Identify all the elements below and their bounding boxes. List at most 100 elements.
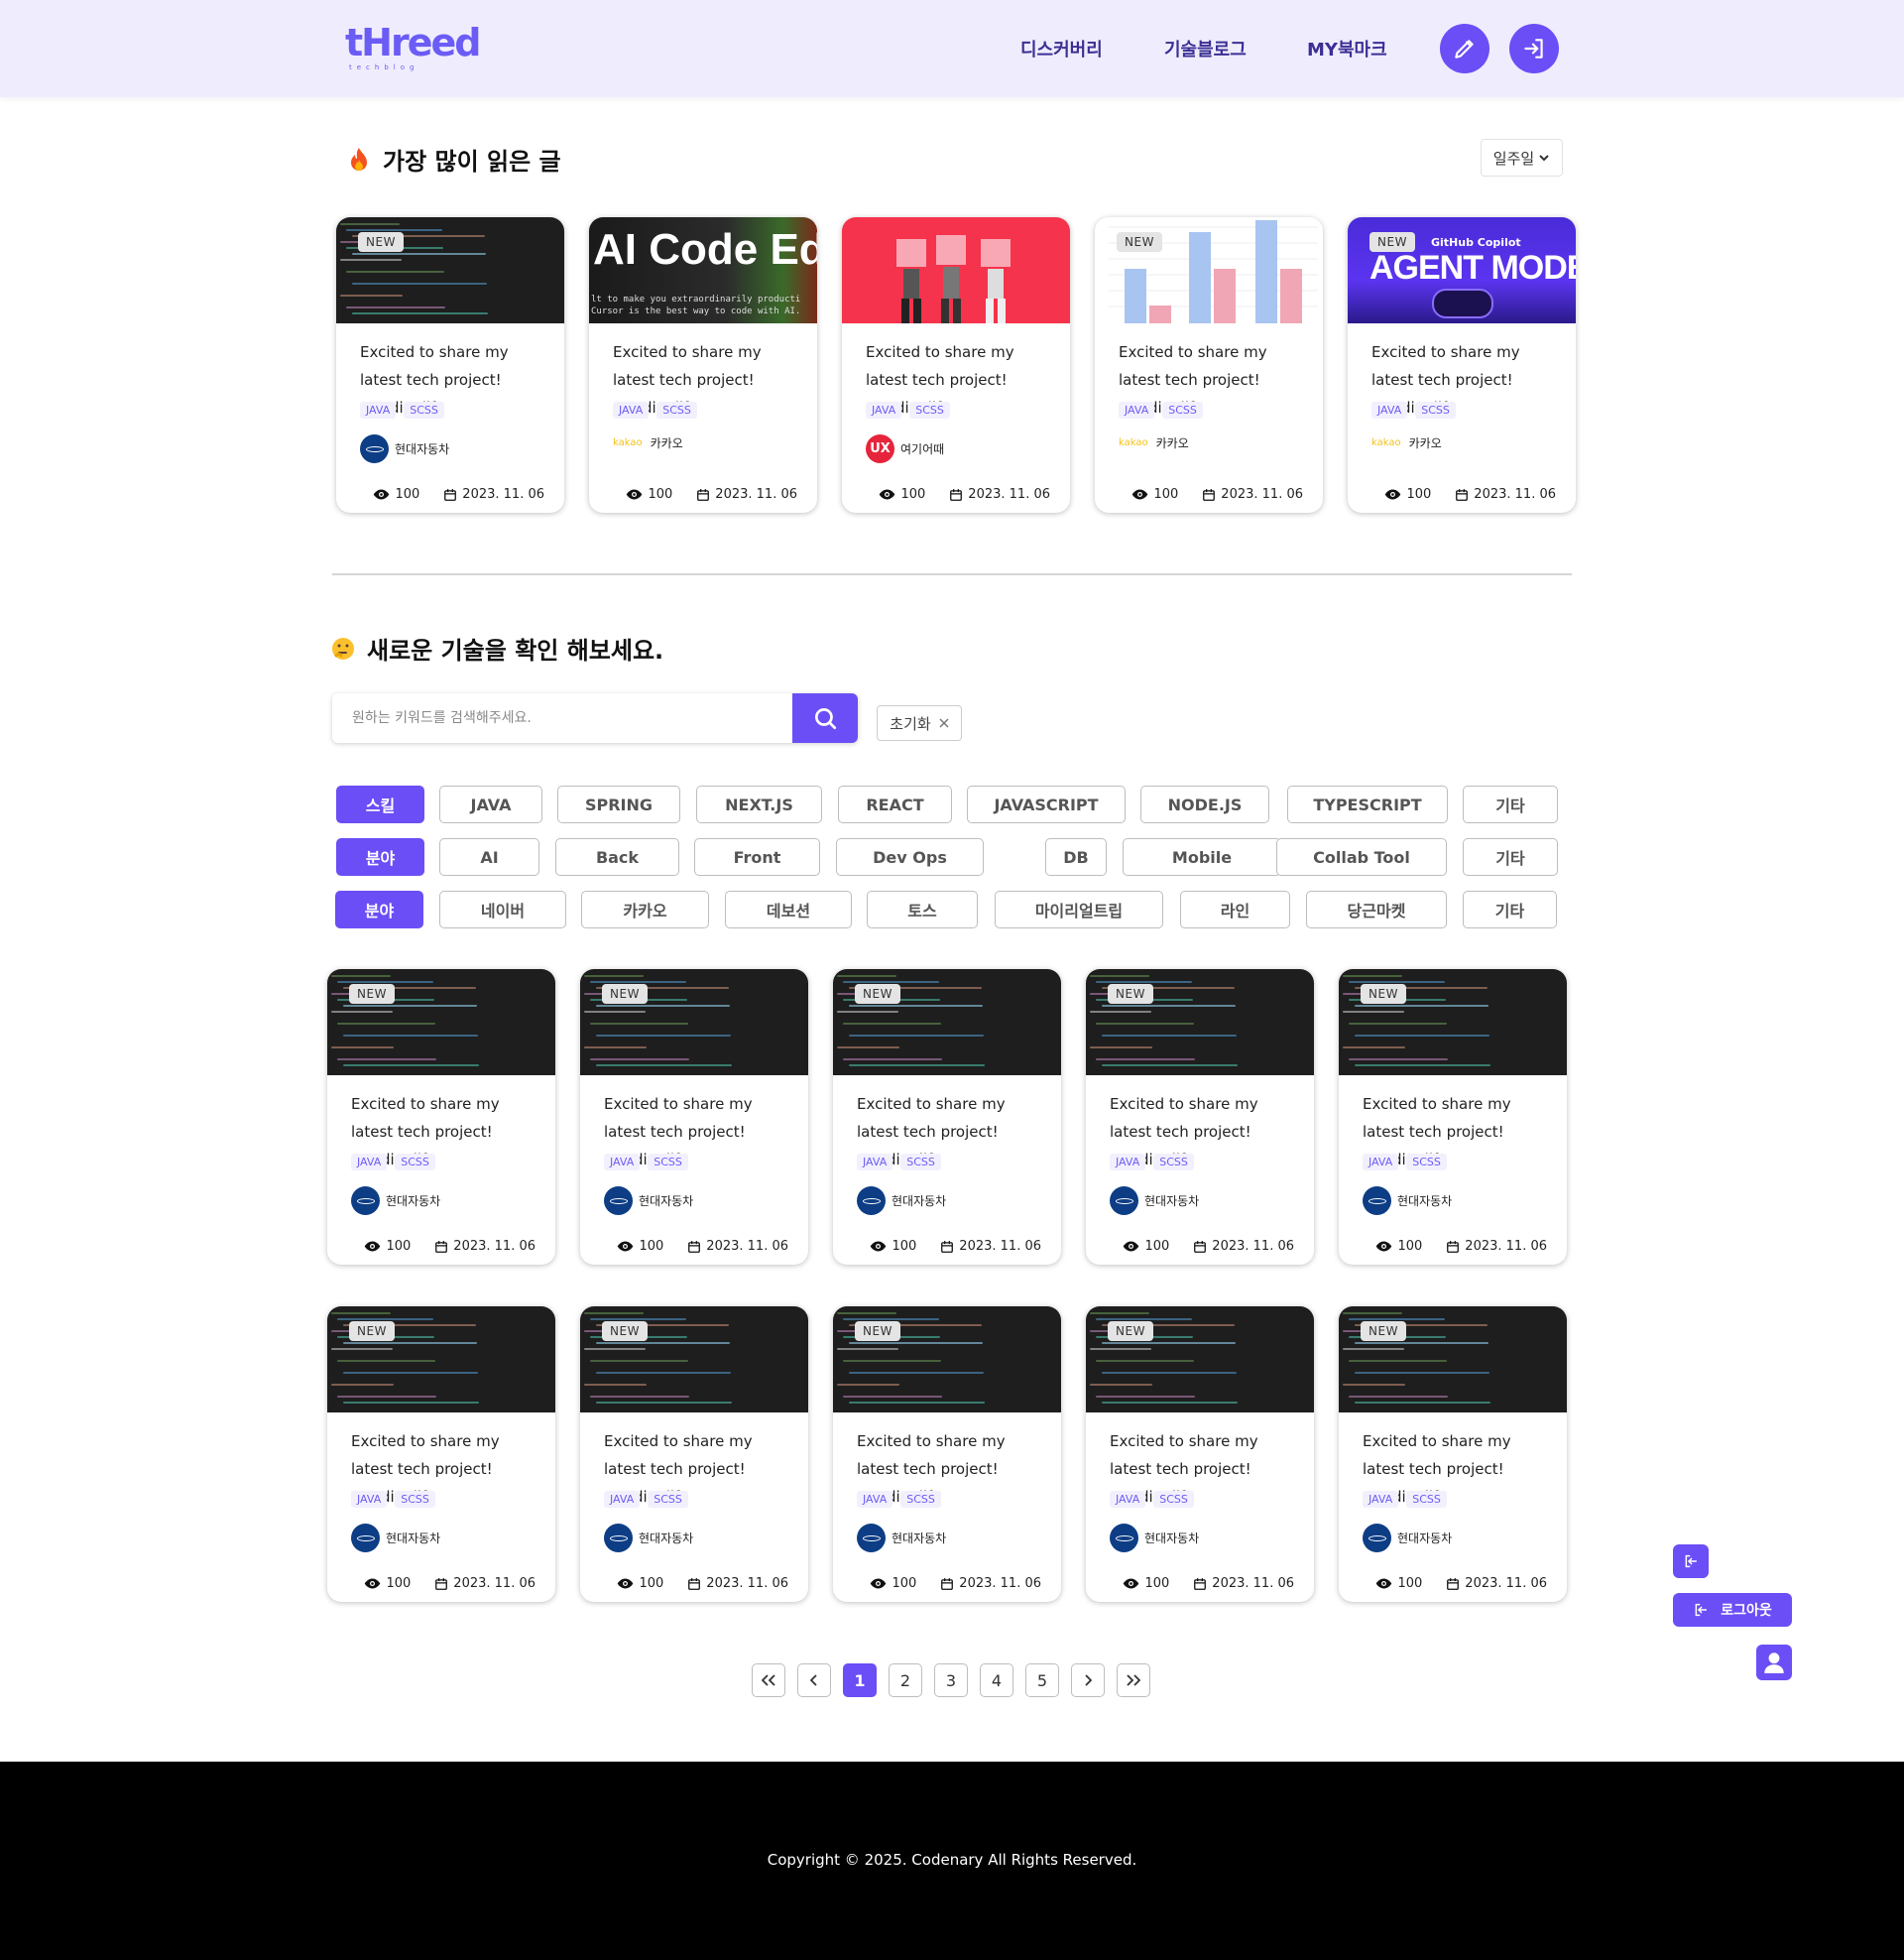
post-card[interactable]: NEW Excited to share my latest tech proje… — [1339, 1306, 1567, 1602]
filter-chip[interactable]: AI — [439, 838, 539, 876]
filter-chip[interactable]: 토스 — [867, 891, 978, 928]
tag[interactable]: JAVA — [866, 402, 902, 419]
company[interactable]: kakao 카카오 — [613, 434, 683, 451]
tag[interactable]: JAVA — [857, 1491, 893, 1508]
company[interactable]: 현대자동차 — [604, 1524, 693, 1552]
company[interactable]: 현대자동차 — [1363, 1524, 1452, 1552]
filter-chip[interactable]: JAVA — [439, 786, 542, 823]
tag[interactable]: JAVA — [613, 402, 650, 419]
filter-chip[interactable]: 기타 — [1463, 838, 1558, 876]
page-3-button[interactable]: 3 — [934, 1663, 968, 1697]
filter-chip[interactable]: REACT — [838, 786, 952, 823]
tag[interactable]: SCSS — [900, 1154, 941, 1170]
company[interactable]: 현대자동차 — [1363, 1186, 1452, 1215]
post-card[interactable]: NEW Excited to share my latest tech proje… — [833, 969, 1061, 1265]
post-card[interactable]: Excited to share my latest tech project!… — [842, 217, 1070, 513]
tag[interactable]: SCSS — [395, 1491, 435, 1508]
post-card[interactable]: NEW Excited to share my latest tech proje… — [327, 1306, 555, 1602]
write-button[interactable] — [1440, 24, 1489, 73]
filter-chip[interactable]: Front — [694, 838, 820, 876]
filter-chip[interactable]: SPRING — [557, 786, 680, 823]
tag[interactable]: JAVA — [1363, 1154, 1399, 1170]
filter-chip[interactable]: Mobile — [1123, 838, 1281, 876]
page-4-button[interactable]: 4 — [980, 1663, 1013, 1697]
post-card[interactable]: AI Code Ed lt to make you extraordinarily… — [589, 217, 817, 513]
tag[interactable]: SCSS — [1153, 1154, 1194, 1170]
tag[interactable]: SCSS — [648, 1154, 688, 1170]
filter-chip[interactable]: 기타 — [1463, 891, 1557, 928]
tag[interactable]: JAVA — [351, 1154, 388, 1170]
post-card[interactable]: NEW Excited to share my latest tech proje… — [580, 969, 808, 1265]
filter-chip[interactable]: 데보션 — [725, 891, 852, 928]
logo[interactable]: tHreed techblog — [345, 22, 481, 77]
post-card[interactable]: NEW Excited to share my latest tech proje… — [833, 1306, 1061, 1602]
post-card[interactable]: GitHub Copilot AGENT MODE NEW Excited to sh… — [1348, 217, 1576, 513]
post-card[interactable]: NEW Excited to share my latest tech proje… — [1339, 969, 1567, 1265]
tag[interactable]: SCSS — [648, 1491, 688, 1508]
tag[interactable]: SCSS — [1162, 402, 1203, 419]
company[interactable]: 현대자동차 — [857, 1524, 946, 1552]
tag[interactable]: SCSS — [656, 402, 697, 419]
filter-chip[interactable]: 당근마켓 — [1306, 891, 1447, 928]
filter-chip[interactable]: 라인 — [1180, 891, 1290, 928]
post-card[interactable]: NEW Excited to share my latest tech proje… — [580, 1306, 808, 1602]
tag[interactable]: SCSS — [404, 402, 444, 419]
first-page-button[interactable] — [752, 1663, 785, 1697]
nav-my-bookmark[interactable]: MY북마크 — [1307, 36, 1387, 61]
company[interactable]: kakao 카카오 — [1371, 434, 1442, 451]
post-card[interactable]: NEW Excited to share my latest tech proje… — [1086, 969, 1314, 1265]
tag[interactable]: JAVA — [1363, 1491, 1399, 1508]
company[interactable]: 현대자동차 — [857, 1186, 946, 1215]
post-card[interactable]: NEW Excited to share my latest tech proje… — [1086, 1306, 1314, 1602]
company[interactable]: 현대자동차 — [604, 1186, 693, 1215]
tag[interactable]: JAVA — [1371, 402, 1408, 419]
page-2-button[interactable]: 2 — [889, 1663, 922, 1697]
filter-chip[interactable]: TYPESCRIPT — [1287, 786, 1448, 823]
filter-chip[interactable]: 마이리얼트립 — [995, 891, 1163, 928]
company[interactable]: kakao 카카오 — [1119, 434, 1189, 451]
floating-logout-icon-button[interactable] — [1673, 1544, 1709, 1578]
nav-discovery[interactable]: 디스커버리 — [1020, 36, 1103, 61]
filter-chip[interactable]: 카카오 — [581, 891, 709, 928]
tag[interactable]: SCSS — [909, 402, 950, 419]
company[interactable]: 현대자동차 — [351, 1524, 440, 1552]
tag[interactable]: JAVA — [857, 1154, 893, 1170]
filter-chip[interactable]: DB — [1045, 838, 1107, 876]
post-card[interactable]: NEW Excited to share my latest tech proje… — [327, 969, 555, 1265]
tag[interactable]: JAVA — [1119, 402, 1155, 419]
filter-chip[interactable]: Back — [555, 838, 679, 876]
filter-chip[interactable]: NODE.JS — [1140, 786, 1269, 823]
page-1-button[interactable]: 1 — [843, 1663, 877, 1697]
tag[interactable]: SCSS — [1153, 1491, 1194, 1508]
tag[interactable]: JAVA — [1110, 1491, 1146, 1508]
filter-chip[interactable]: JAVASCRIPT — [967, 786, 1126, 823]
tag[interactable]: JAVA — [360, 402, 397, 419]
filter-chip[interactable]: NEXT.JS — [696, 786, 822, 823]
tag[interactable]: SCSS — [900, 1491, 941, 1508]
page-5-button[interactable]: 5 — [1025, 1663, 1059, 1697]
filter-chip[interactable]: 기타 — [1463, 786, 1558, 823]
period-dropdown[interactable]: 일주일 — [1481, 139, 1563, 177]
next-page-button[interactable] — [1071, 1663, 1105, 1697]
tag[interactable]: JAVA — [1110, 1154, 1146, 1170]
tag[interactable]: SCSS — [1406, 1154, 1447, 1170]
floating-profile-button[interactable] — [1756, 1645, 1792, 1680]
filter-chip[interactable]: Collab Tool — [1276, 838, 1447, 876]
tag[interactable]: SCSS — [395, 1154, 435, 1170]
tag[interactable]: SCSS — [1406, 1491, 1447, 1508]
filter-chip[interactable]: 네이버 — [439, 891, 566, 928]
company[interactable]: 현대자동차 — [1110, 1186, 1199, 1215]
prev-page-button[interactable] — [797, 1663, 831, 1697]
tag[interactable]: SCSS — [1415, 402, 1456, 419]
tag[interactable]: JAVA — [351, 1491, 388, 1508]
company[interactable]: 현대자동차 — [351, 1186, 440, 1215]
last-page-button[interactable] — [1117, 1663, 1150, 1697]
nav-tech-blog[interactable]: 기술블로그 — [1164, 36, 1247, 61]
filter-chip[interactable]: Dev Ops — [836, 838, 984, 876]
floating-logout-button[interactable]: 로그아웃 — [1673, 1593, 1792, 1627]
search-button[interactable] — [792, 693, 858, 743]
post-card[interactable]: NEW Excited to share my latest tech proje… — [1095, 217, 1323, 513]
reset-button[interactable]: 초기화 — [877, 705, 962, 741]
tag[interactable]: JAVA — [604, 1491, 641, 1508]
post-card[interactable]: NEW Excited to share my latest tech proje… — [336, 217, 564, 513]
